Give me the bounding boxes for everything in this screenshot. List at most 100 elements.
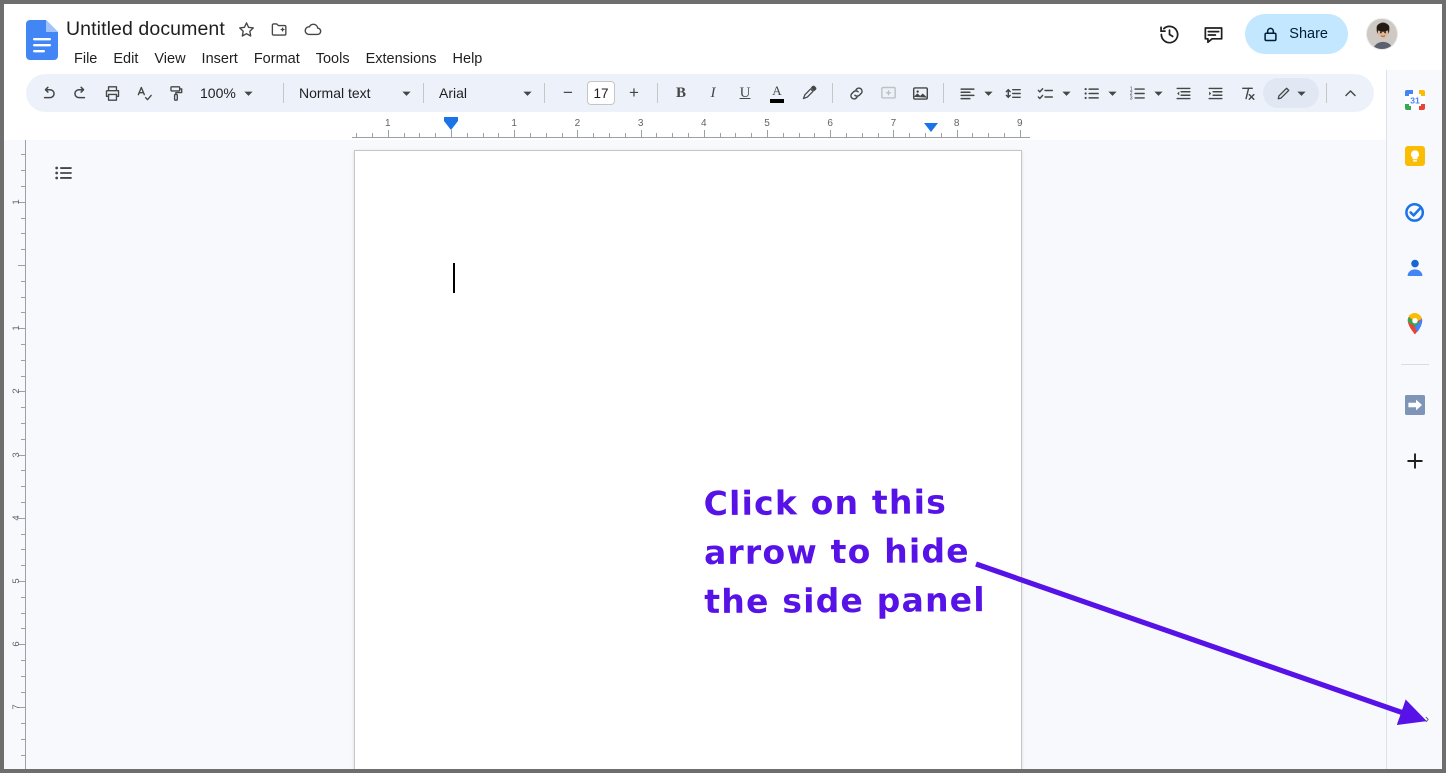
google-tasks-icon[interactable] [1397,194,1433,230]
ruler-label: 1 [511,118,517,129]
ruler-label: 4 [11,515,22,520]
collapse-menus-button[interactable] [1335,78,1365,108]
side-panel: 31 [1386,70,1442,769]
undo-button[interactable] [33,78,63,108]
align-dropdown[interactable] [980,78,996,108]
menu-item-insert[interactable]: Insert [194,48,246,70]
addon-arrow-icon[interactable] [1397,387,1433,423]
menu-item-format[interactable]: Format [246,48,308,70]
move-to-folder-icon[interactable] [269,18,291,40]
line-spacing-button[interactable] [998,78,1028,108]
cloud-saved-icon[interactable] [302,18,324,40]
show-document-outline-button[interactable] [46,155,82,191]
underline-button[interactable]: U [730,78,760,108]
vertical-ruler[interactable]: 11234567 [4,140,26,769]
italic-icon: I [711,85,716,102]
paint-format-button[interactable] [161,78,191,108]
chevron-down-icon [401,88,412,99]
font-family-value: Arial [439,85,467,101]
version-history-icon[interactable] [1149,14,1189,54]
ruler-label: 6 [11,642,22,647]
ruler-label: 5 [11,578,22,583]
docs-file-icon[interactable] [26,20,58,60]
menu-item-view[interactable]: View [146,48,193,70]
bold-icon: B [676,85,686,102]
star-icon[interactable] [236,18,258,40]
menu-item-edit[interactable]: Edit [105,48,146,70]
align-button[interactable] [952,78,982,108]
ruler-label: 7 [11,705,22,710]
chevron-down-icon [1296,88,1307,99]
bold-button[interactable]: B [666,78,696,108]
insert-image-button[interactable] [905,78,935,108]
menu-item-extensions[interactable]: Extensions [358,48,445,70]
page-title[interactable]: Untitled document [66,18,225,41]
pencil-icon [1275,85,1292,102]
text-color-icon: A [772,84,781,97]
decrease-indent-button[interactable] [1168,78,1198,108]
toolbar-divider [423,83,424,103]
hide-side-panel-chevron[interactable]: › [1418,709,1436,727]
toolbar-divider [283,83,284,103]
checklist-button[interactable] [1030,78,1060,108]
doc-title-row: Untitled document [66,14,490,44]
clear-formatting-button[interactable] [1232,78,1262,108]
comment-history-icon[interactable] [1193,14,1233,54]
add-comment-button[interactable] [873,78,903,108]
text-color-button[interactable]: A [762,78,792,108]
google-contacts-icon[interactable] [1397,250,1433,286]
editing-mode-button[interactable] [1263,78,1319,108]
calendar-day-number: 31 [1410,95,1420,105]
title-and-menu: Untitled document [66,14,490,72]
bulleted-list-dropdown[interactable] [1104,78,1120,108]
google-keep-icon[interactable] [1397,138,1433,174]
increase-font-size-button[interactable]: + [619,78,649,108]
highlight-color-button[interactable] [794,78,824,108]
right-margin-marker[interactable] [924,123,938,132]
ruler-label: 9 [1017,118,1023,129]
document-page[interactable] [354,150,1022,769]
account-avatar[interactable] [1366,18,1398,50]
ruler-label: 5 [764,118,770,129]
formatting-toolbar: 100% Normal text Arial − 17 + [26,74,1374,112]
insert-link-button[interactable] [841,78,871,108]
zoom-dropdown[interactable]: 100% [192,78,276,108]
google-calendar-icon[interactable]: 31 [1397,82,1433,118]
left-margin-marker[interactable] [444,121,458,130]
toolbar-right-group [1263,78,1368,108]
toolbar-divider [832,83,833,103]
google-maps-icon[interactable] [1397,306,1433,342]
menu-bar: File Edit View Insert Format Tools Exten… [66,46,490,72]
checklist-dropdown[interactable] [1058,78,1074,108]
redo-button[interactable] [65,78,95,108]
toolbar-divider [657,83,658,103]
get-addons-icon[interactable] [1397,443,1433,479]
ruler-label: 6 [827,118,833,129]
menu-item-help[interactable]: Help [445,48,491,70]
app-header: Untitled document [4,4,1442,70]
side-panel-divider [1401,364,1429,365]
italic-button[interactable]: I [698,78,728,108]
menu-item-file[interactable]: File [66,48,105,70]
lock-icon [1261,25,1280,44]
paragraph-style-dropdown[interactable]: Normal text [291,78,416,108]
menu-item-tools[interactable]: Tools [308,48,358,70]
ruler-label: 2 [11,389,22,394]
spelling-check-button[interactable] [129,78,159,108]
share-label: Share [1289,26,1328,42]
ruler-label: 2 [575,118,581,129]
horizontal-ruler[interactable]: 1123456789 [4,116,1442,140]
increase-indent-button[interactable] [1200,78,1230,108]
share-button[interactable]: Share [1245,14,1348,54]
bulleted-list-button[interactable] [1076,78,1106,108]
font-size-input[interactable]: 17 [587,81,615,105]
decrease-font-size-button[interactable]: − [553,78,583,108]
chevron-down-icon [243,88,254,99]
google-docs-window: Untitled document [0,0,1446,773]
svg-text:3: 3 [1129,95,1132,101]
document-canvas [26,140,1386,769]
print-button[interactable] [97,78,127,108]
numbered-list-dropdown[interactable] [1150,78,1166,108]
numbered-list-button[interactable]: 1 2 3 [1122,78,1152,108]
font-family-dropdown[interactable]: Arial [431,78,537,108]
